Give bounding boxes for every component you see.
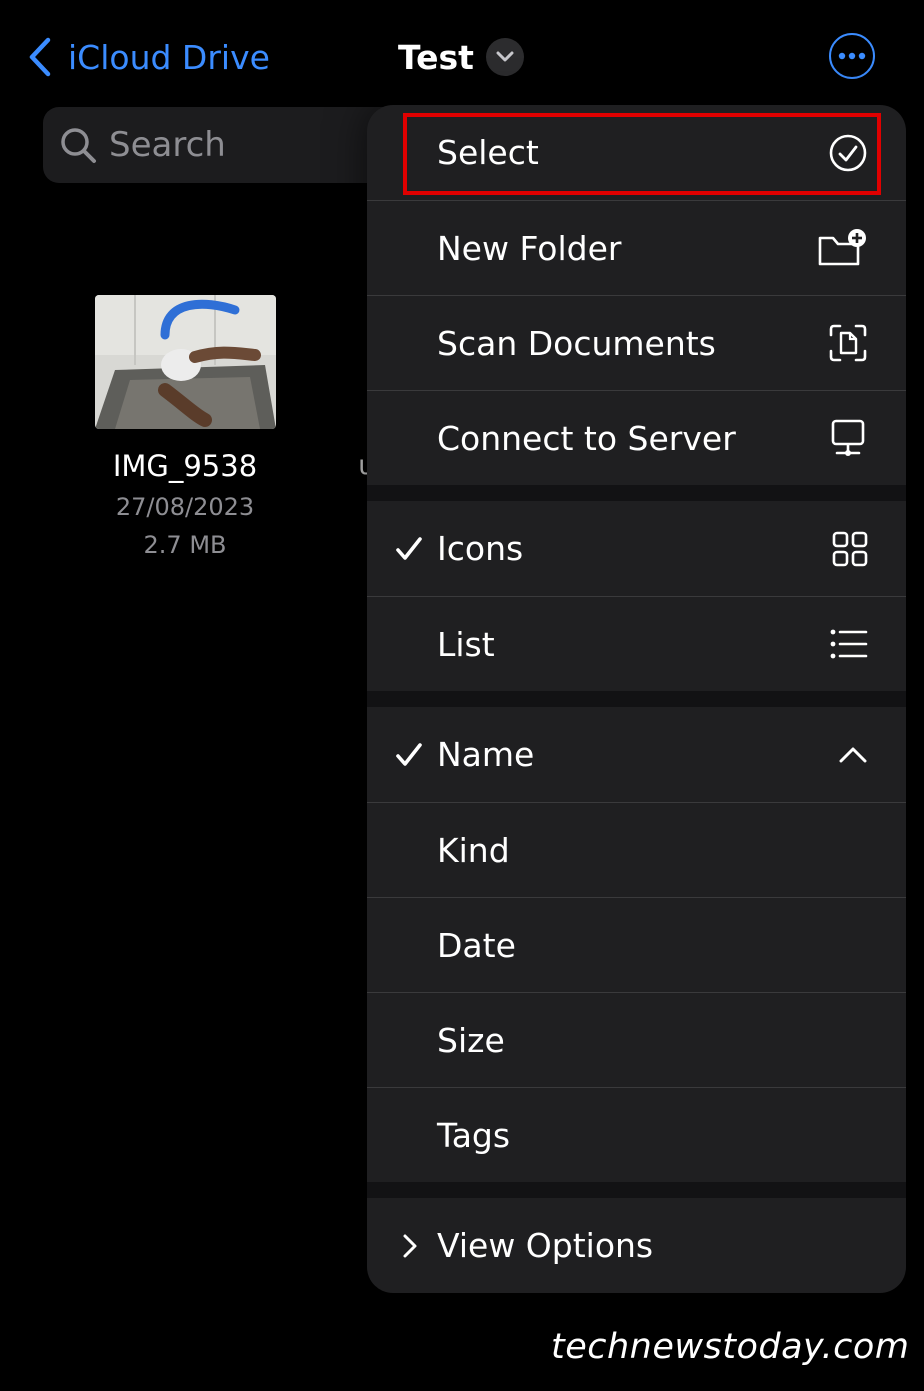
- back-label: iCloud Drive: [68, 37, 270, 77]
- menu-item-sort-date[interactable]: Date: [367, 898, 906, 992]
- back-button[interactable]: iCloud Drive: [28, 34, 270, 80]
- file-name: IMG_9538: [112, 449, 258, 483]
- search-input[interactable]: [109, 125, 349, 165]
- chevron-up-icon: [838, 745, 868, 765]
- chevron-right-icon: [395, 1231, 423, 1261]
- menu-item-label: Select: [437, 133, 539, 172]
- menu-item-label: Icons: [437, 529, 524, 568]
- file-item[interactable]: IMG_9538 27/08/2023 2.7 MB: [80, 295, 290, 559]
- menu-item-label: Name: [437, 735, 535, 774]
- menu-item-sort-tags[interactable]: Tags: [367, 1088, 906, 1182]
- section-gap: [367, 485, 906, 501]
- section-gap: [367, 1182, 906, 1198]
- menu-item-new-folder[interactable]: New Folder: [367, 201, 906, 295]
- menu-item-label: List: [437, 624, 495, 664]
- menu-item-icons[interactable]: Icons: [367, 501, 906, 596]
- menu-item-select[interactable]: Select: [367, 105, 906, 200]
- chevron-down-icon: [496, 51, 514, 62]
- menu-item-label: Connect to Server: [437, 418, 736, 458]
- grid-icon: [832, 531, 868, 567]
- menu-item-label: Size: [437, 1020, 505, 1060]
- menu-item-label: Kind: [437, 830, 510, 870]
- checkmark-icon: [395, 742, 423, 768]
- menu-item-sort-kind[interactable]: Kind: [367, 803, 906, 897]
- menu-item-label: New Folder: [437, 228, 622, 268]
- search-icon: [61, 128, 96, 163]
- menu-item-sort-name[interactable]: Name: [367, 707, 906, 802]
- page-title: Test: [398, 37, 474, 77]
- ellipsis-icon: [838, 52, 866, 60]
- menu-item-label: Date: [437, 925, 516, 965]
- scan-documents-icon: [828, 323, 868, 363]
- chevron-left-icon: [29, 37, 51, 77]
- file-size: 2.7 MB: [143, 531, 227, 559]
- menu-item-connect-to-server[interactable]: Connect to Server: [367, 391, 906, 485]
- menu-item-scan-documents[interactable]: Scan Documents: [367, 296, 906, 390]
- menu-item-label: Tags: [437, 1115, 511, 1155]
- file-date: 27/08/2023: [115, 493, 255, 521]
- context-menu: Select New Folder Scan Documents Connect…: [367, 105, 906, 1293]
- menu-item-view-options[interactable]: View Options: [367, 1198, 906, 1293]
- new-folder-icon: [816, 228, 868, 268]
- menu-item-list[interactable]: List: [367, 597, 906, 691]
- more-options-button[interactable]: [829, 33, 875, 79]
- checkmark-icon: [395, 536, 423, 562]
- file-thumbnail: [94, 295, 276, 429]
- menu-item-label: Scan Documents: [437, 323, 716, 363]
- server-display-icon: [828, 418, 868, 458]
- list-icon: [830, 628, 868, 660]
- menu-item-sort-size[interactable]: Size: [367, 993, 906, 1087]
- title-menu-button[interactable]: [486, 38, 524, 76]
- menu-item-label: View Options: [437, 1226, 654, 1265]
- checkmark-circle-icon: [828, 133, 868, 173]
- watermark: technewstoday.com: [551, 1327, 910, 1367]
- section-gap: [367, 691, 906, 707]
